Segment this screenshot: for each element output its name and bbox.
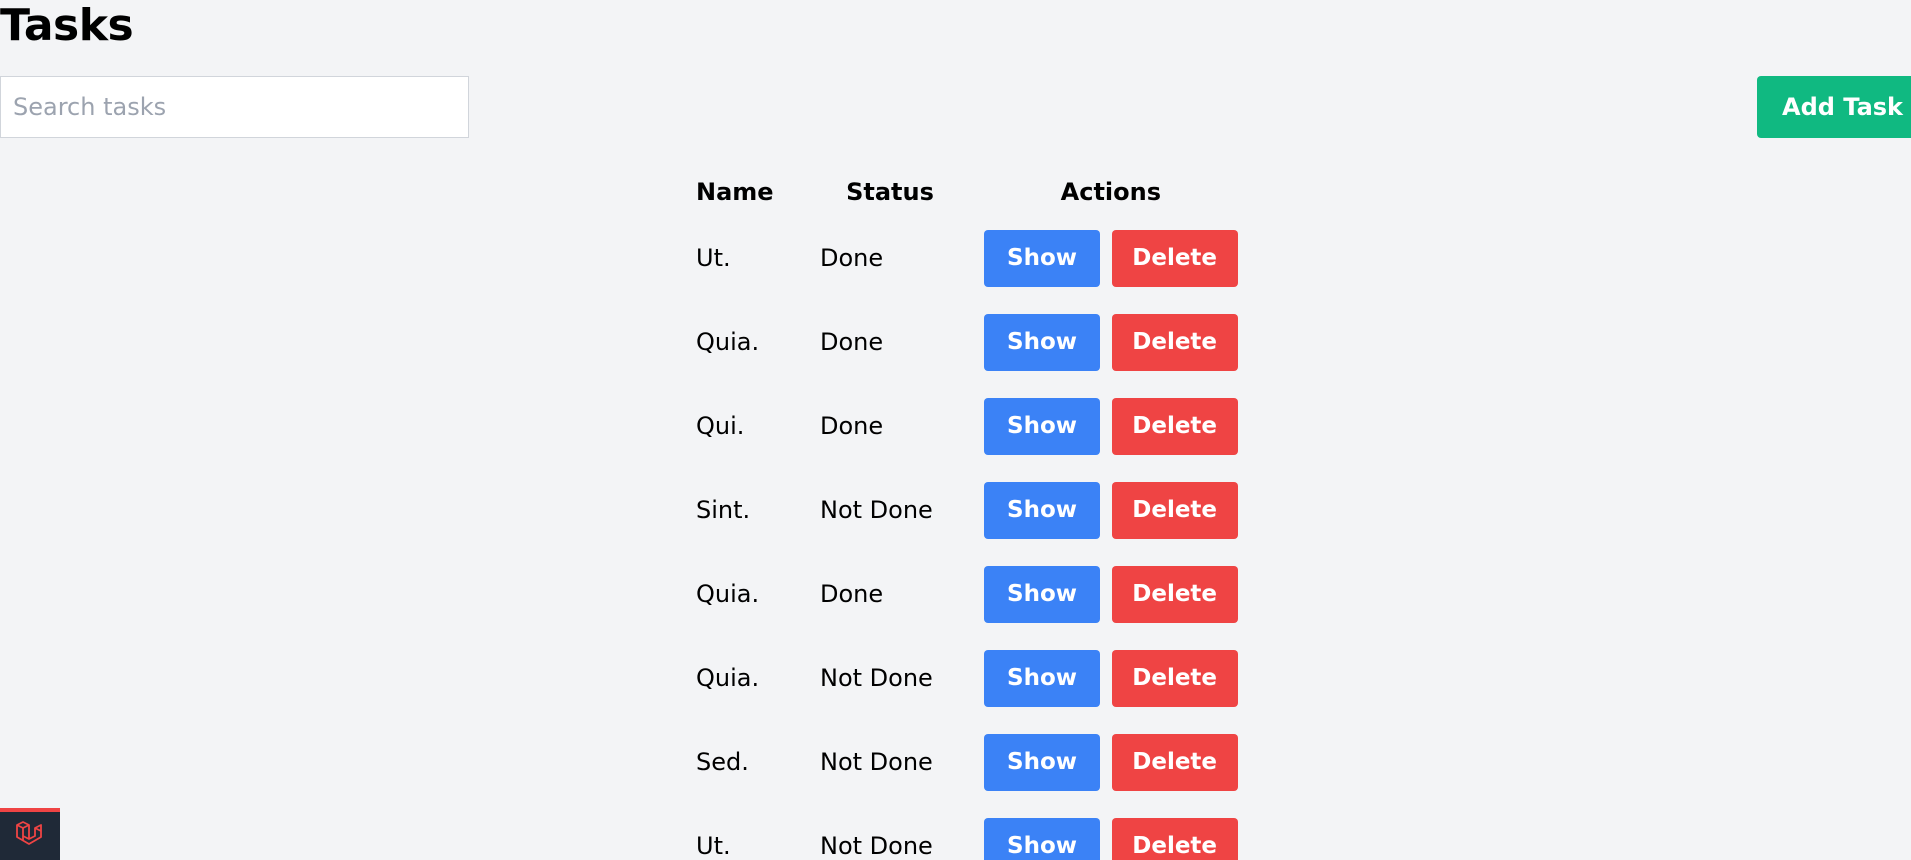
task-name: Sint. xyxy=(696,496,751,524)
table-row: Quia. Done Show Delete xyxy=(680,300,1250,384)
table-row: Quia. Done Show Delete xyxy=(680,552,1250,636)
task-actions: Show Delete xyxy=(972,720,1250,804)
task-status: Done xyxy=(820,328,884,356)
task-actions: Show Delete xyxy=(972,804,1250,860)
task-name: Quia. xyxy=(696,664,760,692)
show-button[interactable]: Show xyxy=(984,565,1100,623)
task-actions: Show Delete xyxy=(972,300,1250,384)
show-button[interactable]: Show xyxy=(984,229,1100,287)
show-button[interactable]: Show xyxy=(984,649,1100,707)
task-name: Quia. xyxy=(696,580,760,608)
task-status: Not Done xyxy=(820,748,933,776)
task-status: Done xyxy=(820,580,884,608)
show-button[interactable]: Show xyxy=(984,481,1100,539)
task-status: Not Done xyxy=(820,664,933,692)
task-actions: Show Delete xyxy=(972,636,1250,720)
task-name: Ut. xyxy=(696,244,731,272)
column-header-name: Name xyxy=(696,178,774,206)
add-task-button[interactable]: Add Task xyxy=(1757,76,1911,138)
show-button[interactable]: Show xyxy=(984,397,1100,455)
task-actions: Show Delete xyxy=(972,468,1250,552)
delete-button[interactable]: Delete xyxy=(1111,817,1238,860)
task-status: Done xyxy=(820,412,884,440)
task-actions: Show Delete xyxy=(972,216,1250,300)
task-name: Ut. xyxy=(696,832,731,860)
table-header-row: Name Status Actions xyxy=(680,168,1250,216)
task-actions: Show Delete xyxy=(972,384,1250,468)
table-row: Ut. Done Show Delete xyxy=(680,216,1250,300)
column-header-actions: Actions xyxy=(1060,178,1161,206)
page-title: Tasks xyxy=(0,0,134,51)
task-table: Name Status Actions Ut. Done Show Delete… xyxy=(680,168,1250,860)
task-actions: Show Delete xyxy=(972,552,1250,636)
delete-button[interactable]: Delete xyxy=(1111,481,1238,539)
task-status: Not Done xyxy=(820,496,933,524)
show-button[interactable]: Show xyxy=(984,733,1100,791)
table-row: Ut. Not Done Show Delete xyxy=(680,804,1250,860)
delete-button[interactable]: Delete xyxy=(1111,733,1238,791)
task-status: Not Done xyxy=(820,832,933,860)
table-row: Sint. Not Done Show Delete xyxy=(680,468,1250,552)
debug-toolbar-toggle[interactable] xyxy=(0,808,60,860)
show-button[interactable]: Show xyxy=(984,313,1100,371)
table-row: Sed. Not Done Show Delete xyxy=(680,720,1250,804)
task-status: Done xyxy=(820,244,884,272)
delete-button[interactable]: Delete xyxy=(1111,229,1238,287)
column-header-status: Status xyxy=(846,178,934,206)
task-name: Quia. xyxy=(696,328,760,356)
search-input[interactable] xyxy=(0,76,469,138)
delete-button[interactable]: Delete xyxy=(1111,649,1238,707)
table-row: Quia. Not Done Show Delete xyxy=(680,636,1250,720)
delete-button[interactable]: Delete xyxy=(1111,313,1238,371)
show-button[interactable]: Show xyxy=(984,817,1100,860)
laravel-logo-icon xyxy=(13,817,47,855)
task-name: Sed. xyxy=(696,748,749,776)
delete-button[interactable]: Delete xyxy=(1111,565,1238,623)
delete-button[interactable]: Delete xyxy=(1111,397,1238,455)
task-name: Qui. xyxy=(696,412,745,440)
table-row: Qui. Done Show Delete xyxy=(680,384,1250,468)
